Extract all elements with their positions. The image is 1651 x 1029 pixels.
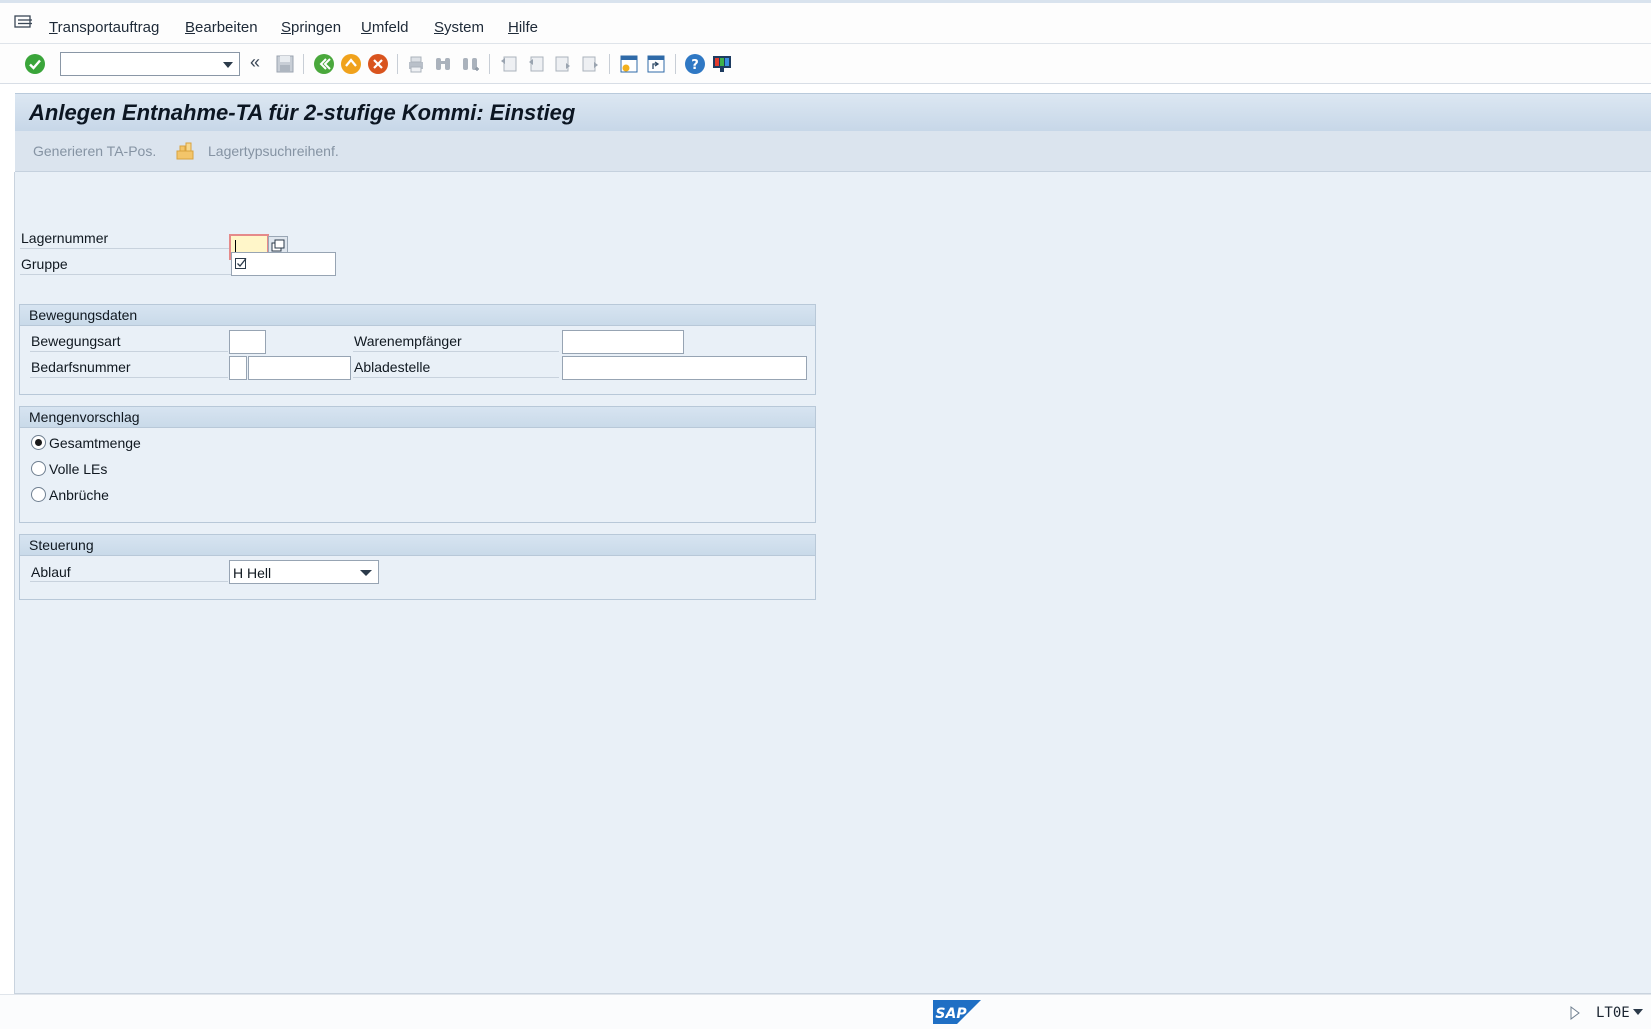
ship-to-party-label: Warenempfänger — [354, 333, 462, 349]
sap-logo-text: SAP — [935, 1006, 967, 1022]
print-icon[interactable] — [405, 53, 427, 75]
standard-toolbar: « ? — [0, 44, 1651, 84]
chevron-down-icon[interactable] — [1633, 1009, 1643, 1015]
menu-springen[interactable]: Springen — [281, 19, 341, 36]
chevron-down-icon[interactable] — [360, 570, 372, 576]
page-title: Anlegen Entnahme-TA für 2-stufige Kommi:… — [29, 100, 576, 125]
find-next-icon[interactable] — [459, 53, 481, 75]
storage-type-search-sequence-button[interactable]: Lagertypsuchreihenf. — [208, 143, 339, 159]
new-session-icon[interactable] — [618, 53, 640, 75]
shortcut-icon[interactable] — [645, 53, 667, 75]
storage-type-search-icon[interactable] — [174, 140, 196, 162]
radio-total-quantity-label: Gesamtmenge — [49, 435, 141, 451]
screen-title-bar: Anlegen Entnahme-TA für 2-stufige Kommi:… — [15, 93, 1651, 131]
generate-ta-items-button[interactable]: Generieren TA-Pos. — [33, 143, 156, 159]
quantity-proposal-group: Mengenvorschlag Gesamtmenge Volle LEs An… — [19, 406, 816, 523]
exit-icon[interactable] — [340, 53, 362, 75]
menu-bearbeiten[interactable]: Bearbeiten — [185, 19, 258, 36]
cancel-icon[interactable] — [367, 53, 389, 75]
application-toolbar: Generieren TA-Pos. Lagertypsuchreihenf. — [15, 131, 1651, 172]
previous-page-icon[interactable] — [525, 53, 547, 75]
toolbar-separator — [489, 54, 490, 74]
menu-transportauftrag[interactable]: Transportauftrag — [49, 19, 159, 36]
command-field[interactable] — [60, 52, 240, 76]
movement-type-label: Bewegungsart — [31, 333, 121, 349]
process-dropdown[interactable]: H Hell — [229, 560, 379, 584]
warehouse-number-label: Lagernummer — [21, 230, 109, 246]
menu-bar: Transportauftrag Bearbeiten Springen Umf… — [0, 0, 1651, 44]
toolbar-separator — [303, 54, 304, 74]
radio-full-units-label: Volle LEs — [49, 461, 108, 477]
enter-check-icon[interactable] — [24, 53, 46, 75]
quantity-proposal-title: Mengenvorschlag — [29, 409, 140, 425]
requirement-number-label: Bedarfsnummer — [31, 359, 131, 375]
process-label: Ablauf — [31, 564, 71, 580]
back-icon[interactable] — [313, 53, 335, 75]
back-history-icon[interactable]: « — [250, 52, 260, 73]
group-label: Gruppe — [21, 256, 68, 272]
movement-data-group: Bewegungsdaten Bewegungsart Bedarfsnumme… — [19, 304, 816, 395]
customize-layout-icon[interactable] — [711, 53, 733, 75]
toolbar-separator — [675, 54, 676, 74]
transaction-code: LT0E — [1596, 1005, 1630, 1021]
radio-partial-units[interactable] — [31, 487, 46, 502]
radio-full-units[interactable] — [31, 461, 46, 476]
first-page-icon[interactable] — [498, 53, 520, 75]
checkbox-field-icon — [235, 258, 247, 269]
sap-logo: SAP — [933, 1000, 981, 1024]
status-expand-icon[interactable] — [1569, 1005, 1581, 1021]
next-page-icon[interactable] — [552, 53, 574, 75]
control-title: Steuerung — [29, 537, 94, 553]
group-row: Gruppe — [20, 253, 232, 275]
toolbar-separator — [609, 54, 610, 74]
toolbar-separator — [397, 54, 398, 74]
chevron-down-icon[interactable] — [223, 62, 233, 68]
main-content: Lagernummer Gruppe Bewegungsdaten Bewegu… — [14, 172, 1651, 994]
unloading-point-label: Abladestelle — [354, 359, 431, 375]
svg-text:?: ? — [691, 58, 699, 73]
movement-data-title: Bewegungsdaten — [29, 307, 138, 323]
menu-system[interactable]: System — [434, 19, 484, 36]
warehouse-number-row: Lagernummer — [20, 227, 232, 249]
group-input[interactable] — [231, 252, 336, 276]
find-icon[interactable] — [432, 53, 454, 75]
radio-partial-units-label: Anbrüche — [49, 487, 109, 503]
ship-to-party-input[interactable] — [562, 330, 684, 354]
help-icon[interactable]: ? — [684, 53, 706, 75]
save-icon[interactable] — [274, 53, 296, 75]
unloading-point-input[interactable] — [562, 356, 807, 380]
process-dropdown-value: H Hell — [233, 565, 272, 581]
radio-total-quantity[interactable] — [31, 435, 46, 450]
requirement-type-input[interactable] — [229, 356, 247, 380]
last-page-icon[interactable] — [579, 53, 601, 75]
control-group: Steuerung Ablauf H Hell — [19, 534, 816, 600]
status-bar: SAP LT0E — [0, 994, 1651, 1029]
menu-hilfe[interactable]: Hilfe — [508, 19, 538, 36]
menu-toggle-icon[interactable] — [14, 15, 34, 31]
requirement-number-input[interactable] — [248, 356, 351, 380]
menu-umfeld[interactable]: Umfeld — [361, 19, 409, 36]
movement-type-input[interactable] — [229, 330, 266, 354]
